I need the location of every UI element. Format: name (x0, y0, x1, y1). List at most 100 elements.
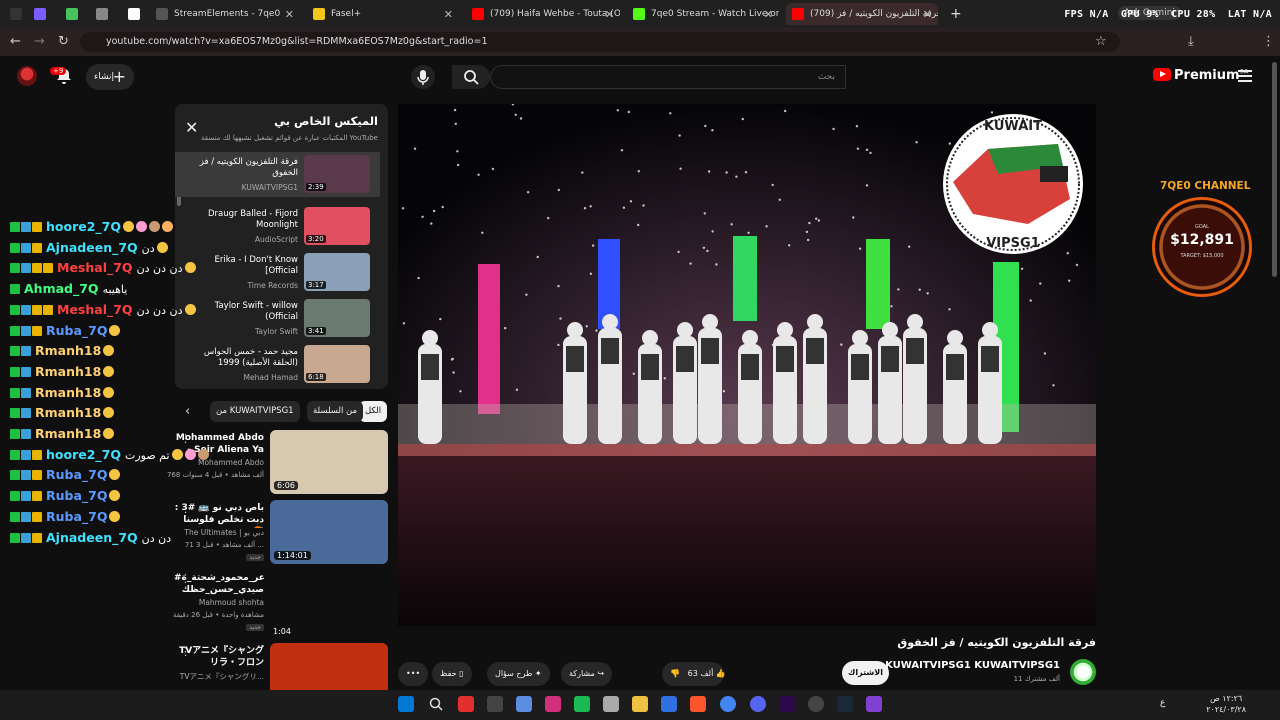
forward-icon[interactable]: → (34, 34, 45, 49)
chat-username[interactable]: Ruba_7Q (46, 467, 107, 482)
channel-avatar[interactable] (1070, 659, 1096, 685)
search-button[interactable] (452, 65, 490, 89)
save-button[interactable]: حفظ ▯ (432, 662, 472, 686)
thumbs-up-icon[interactable]: 👍 (716, 669, 726, 678)
playlist-item[interactable]: 6:18 مجيد حمد - خمس الحواس (الحلقة الأصلي… (175, 342, 380, 387)
chat-username[interactable]: hoore2_7Q (46, 219, 121, 234)
tab-close-icon[interactable]: ✕ (923, 8, 932, 21)
brave-icon[interactable] (690, 696, 706, 712)
ask-button[interactable]: طرح سؤال ✦ (487, 662, 550, 686)
more-options-icon[interactable]: ⋮ (180, 572, 191, 585)
reload-icon[interactable]: ↻ (58, 34, 69, 49)
tab-close-icon[interactable]: ✕ (285, 8, 294, 21)
browser-tab[interactable] (28, 3, 56, 25)
create-button[interactable]: إنشاء + (86, 64, 134, 90)
app-icon[interactable] (458, 696, 474, 712)
browser-tab[interactable] (60, 3, 86, 25)
browser-menu-icon[interactable]: ⋮ (1262, 34, 1275, 49)
youtube-premium-logo[interactable]: PremiumSA (1153, 68, 1249, 83)
more-options-icon[interactable]: ⋮ (180, 432, 191, 445)
chat-username[interactable]: hoore2_7Q (46, 447, 121, 462)
browser-tab[interactable]: Fasel+ ✕ (307, 3, 459, 25)
download-icon[interactable]: ⤓ (1188, 34, 1194, 49)
app-icon[interactable] (661, 696, 677, 712)
more-actions-icon[interactable]: ••• (398, 662, 429, 686)
background-star (413, 147, 417, 150)
chat-username[interactable]: Rmanh18 (35, 385, 101, 400)
subscriber-badge-icon (21, 387, 31, 398)
more-options-icon[interactable]: ⋮ (180, 645, 191, 658)
recommendation-thumbnail[interactable]: 1:14:01 (270, 500, 388, 564)
subscribe-button[interactable]: الاشتراك (842, 661, 889, 685)
chat-username[interactable]: Rmanh18 (35, 364, 101, 379)
chat-username[interactable]: Ruba_7Q (46, 509, 107, 524)
page-scrollbar[interactable] (1272, 62, 1277, 277)
steam-icon[interactable] (837, 696, 853, 712)
tab-close-icon[interactable]: ✕ (605, 8, 614, 21)
file-explorer-icon[interactable] (632, 696, 648, 712)
chat-username[interactable]: Ajnadeen_7Q (46, 240, 138, 255)
start-icon[interactable] (398, 696, 414, 712)
playlist-item[interactable]: 3:17 Erika - I Don't Know [Official Time R… (175, 250, 380, 295)
chat-username[interactable]: Meshal_7Q (57, 302, 133, 317)
clock[interactable]: ١٢:٢٦ ص ٢٠٢٤/٠٣/٢٨ (1206, 693, 1246, 715)
channel-name[interactable]: KUWAITVIPSG1 KUWAITVIPSG1 (885, 660, 1060, 671)
app-icon[interactable] (574, 696, 590, 712)
chrome-icon[interactable] (720, 696, 736, 712)
browser-tab[interactable]: (709) Haifa Wehbe - Touta (Offi ✕ (466, 3, 620, 25)
back-icon[interactable]: ← (10, 34, 21, 49)
background-star (622, 206, 626, 209)
search-input[interactable]: بحث (490, 65, 846, 89)
recommendation-item[interactable]: 1:04#الشاعر_محمود_شحتة_ة صيدي_حسن_حظكMah… (173, 570, 388, 634)
playlist-item[interactable]: 3:20 Draugr Balled - Fijord Moonlight Audi… (175, 204, 380, 249)
recommendation-thumbnail[interactable]: 1:04 (270, 570, 388, 634)
browser-tab[interactable] (4, 3, 24, 25)
app-icon[interactable] (487, 696, 503, 712)
recommendation-item[interactable]: 1:14:01 باص دبي نو 🚌 #3 : دبت تخلص فلوسنا… (175, 500, 388, 564)
chip-series[interactable]: من السلسلة (307, 401, 364, 422)
bookmark-star-icon[interactable]: ☆ (1095, 34, 1107, 49)
premiere-icon[interactable] (779, 696, 795, 712)
settings-icon[interactable] (516, 696, 532, 712)
browser-tab[interactable]: 7qe0 Stream - Watch Live on Ki ✕ (627, 3, 779, 25)
playlist-item[interactable]: 2:39 فرقة التلفزيون الكويتيه / فز الخفوق K… (175, 152, 380, 197)
input-language[interactable]: ع (1160, 698, 1165, 708)
chat-username[interactable]: Rmanh18 (35, 405, 101, 420)
thumbs-down-icon[interactable]: 👎 (670, 669, 680, 678)
obs-icon[interactable] (808, 696, 824, 712)
app-icon[interactable] (545, 696, 561, 712)
chat-username[interactable]: Rmanh18 (35, 343, 101, 358)
recommendation-thumbnail[interactable]: 6:06 (270, 430, 388, 494)
url-field[interactable]: youtube.com/watch?v=xa6EOS7Mz0g&list=RDM… (80, 32, 1120, 52)
more-options-icon[interactable]: ⋮ (180, 502, 191, 515)
chevron-left-icon[interactable]: ‹ (185, 404, 190, 419)
avatar[interactable] (17, 66, 37, 86)
chat-username[interactable]: Ajnadeen_7Q (46, 530, 138, 545)
browser-tab[interactable]: (709) فرقة التلفزيون الكويتيه / فز ✕ (786, 3, 938, 25)
chat-username[interactable]: Ruba_7Q (46, 488, 107, 503)
voice-search-icon[interactable] (411, 65, 435, 89)
playlist-item[interactable]: 3:41 Taylor Swift - willow (Official Taylo… (175, 296, 380, 341)
chat-username[interactable]: Rmanh18 (35, 426, 101, 441)
app-icon[interactable] (603, 696, 619, 712)
chat-username[interactable]: Meshal_7Q (57, 260, 133, 275)
chat-username[interactable]: Ruba_7Q (46, 323, 107, 338)
new-tab-icon[interactable]: + (944, 3, 968, 25)
discord-icon[interactable] (750, 696, 766, 712)
chip-all[interactable]: الكل (359, 401, 388, 422)
menu-icon[interactable] (1238, 70, 1252, 82)
video-player[interactable]: KUWAIT VIPSG1 (398, 104, 1096, 626)
tab-close-icon[interactable]: ✕ (444, 8, 453, 21)
close-icon[interactable]: ✕ (185, 118, 198, 137)
browser-tab[interactable] (122, 3, 146, 25)
recommendation-meta: 71 ألف مشاهد • قبل 3 ... (184, 541, 264, 549)
tab-close-icon[interactable]: ✕ (764, 8, 773, 21)
chip-channel[interactable]: من KUWAITVIPSG1 (210, 401, 300, 422)
browser-tab[interactable] (90, 3, 118, 25)
browser-tab[interactable]: StreamElements - 7qe0 ✕ (150, 3, 300, 25)
like-dislike-button[interactable]: 👎 63 ألف 👍 (662, 662, 726, 686)
search-icon[interactable] (428, 696, 444, 712)
chat-username[interactable]: Ahmad_7Q (24, 281, 99, 296)
share-button[interactable]: مشاركة ↪ (561, 662, 613, 686)
app-icon[interactable] (866, 696, 882, 712)
